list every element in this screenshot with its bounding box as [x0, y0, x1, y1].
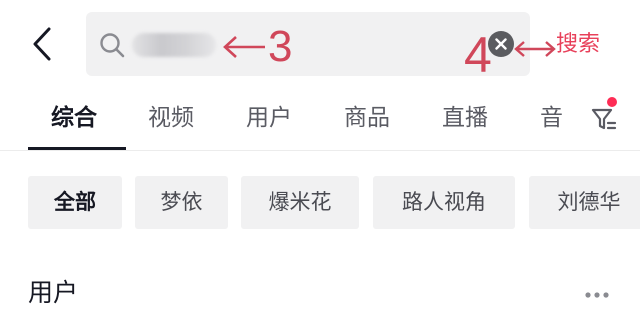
blurred-search-query	[132, 33, 216, 57]
back-button[interactable]	[24, 22, 60, 66]
tab-music[interactable]: 音	[540, 103, 563, 133]
section-title: 用户	[28, 278, 79, 307]
tab-live[interactable]: 直播	[442, 103, 488, 133]
active-tab-indicator	[28, 147, 126, 150]
search-button[interactable]: 搜索	[556, 30, 600, 60]
chip-mengyi[interactable]: 梦依	[135, 176, 228, 229]
notification-dot	[607, 97, 617, 107]
chip-popcorn[interactable]: 爆米花	[241, 176, 359, 229]
tab-videos[interactable]: 视频	[148, 103, 194, 133]
annotation-double-arrow-icon	[514, 41, 556, 57]
chip-andy-lau[interactable]: 刘德华	[529, 176, 640, 229]
annotation-arrow-3: 3	[222, 22, 292, 72]
chip-all[interactable]: 全部	[28, 176, 122, 229]
more-icon[interactable]	[584, 290, 610, 300]
annotation-number-4: 4	[464, 27, 492, 83]
annotation-number: 3	[268, 22, 293, 71]
tab-users[interactable]: 用户	[246, 103, 292, 133]
filter-icon[interactable]	[589, 104, 619, 134]
clear-icon	[495, 38, 507, 50]
tab-products[interactable]: 商品	[344, 103, 390, 133]
arrow-left-icon	[223, 36, 265, 58]
clear-button[interactable]	[488, 31, 514, 57]
tab-bar: 综合 视频 用户 商品 直播 音	[0, 95, 640, 151]
search-icon	[100, 33, 125, 58]
back-icon	[33, 27, 51, 61]
chip-passerby-view[interactable]: 路人视角	[373, 176, 515, 229]
tab-comprehensive[interactable]: 综合	[51, 103, 97, 133]
